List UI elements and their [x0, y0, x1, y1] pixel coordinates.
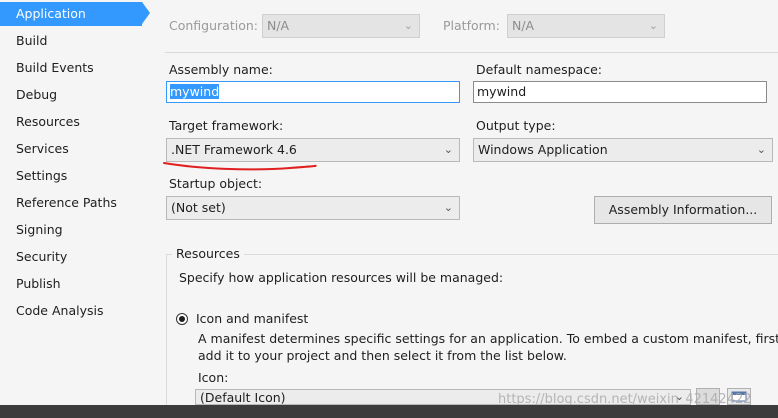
- sidebar: Application Build Build Events Debug Res…: [0, 0, 150, 405]
- target-framework-value: .NET Framework 4.6: [171, 142, 297, 157]
- red-annotation-underline: [163, 162, 317, 171]
- assembly-information-button[interactable]: Assembly Information...: [594, 196, 772, 224]
- sidebar-item-label: Debug: [16, 87, 58, 102]
- resources-description: Specify how application resources will b…: [179, 270, 504, 285]
- assembly-name-value: mywind: [170, 84, 220, 99]
- configuration-value: N/A: [267, 18, 290, 33]
- sidebar-item-label: Publish: [16, 276, 61, 291]
- platform-label: Platform:: [443, 18, 500, 33]
- sidebar-item-services[interactable]: Services: [0, 137, 142, 161]
- sidebar-item-code-analysis[interactable]: Code Analysis: [0, 299, 142, 323]
- icon-and-manifest-label[interactable]: Icon and manifest: [196, 311, 308, 326]
- chevron-down-icon: ⌄: [403, 19, 413, 32]
- platform-value: N/A: [512, 18, 535, 33]
- resources-group-title: Resources: [172, 246, 244, 261]
- radio-selected-dot: [179, 316, 185, 322]
- sidebar-item-label: Build: [16, 33, 48, 48]
- output-type-value: Windows Application: [478, 142, 608, 157]
- default-namespace-value: mywind: [477, 84, 527, 99]
- configuration-select[interactable]: N/A ⌄: [262, 14, 420, 38]
- default-namespace-input[interactable]: mywind: [473, 81, 767, 103]
- sidebar-item-label: Settings: [16, 168, 68, 183]
- startup-object-label: Startup object:: [169, 176, 263, 191]
- sidebar-item-application[interactable]: Application: [0, 2, 142, 26]
- sidebar-item-reference-paths[interactable]: Reference Paths: [0, 191, 142, 215]
- sidebar-item-build-events[interactable]: Build Events: [0, 56, 142, 80]
- icon-and-manifest-radio[interactable]: [176, 313, 188, 325]
- sidebar-item-label: Application: [16, 6, 86, 21]
- manifest-help-line-2: add it to your project and then select i…: [198, 348, 567, 363]
- startup-object-select[interactable]: (Not set) ⌄: [166, 196, 460, 220]
- output-type-label: Output type:: [476, 118, 556, 133]
- configuration-label: Configuration:: [169, 18, 258, 33]
- chevron-down-icon: ⌄: [443, 143, 453, 156]
- separator: [165, 52, 778, 53]
- startup-object-value: (Not set): [171, 200, 226, 215]
- platform-select[interactable]: N/A ⌄: [507, 14, 665, 38]
- output-type-select[interactable]: Windows Application ⌄: [473, 138, 773, 162]
- default-namespace-label: Default namespace:: [476, 62, 602, 77]
- sidebar-item-debug[interactable]: Debug: [0, 83, 142, 107]
- sidebar-item-label: Code Analysis: [16, 303, 104, 318]
- sidebar-item-label: Build Events: [16, 60, 94, 75]
- sidebar-item-settings[interactable]: Settings: [0, 164, 142, 188]
- sidebar-item-label: Security: [16, 249, 68, 264]
- sidebar-item-signing[interactable]: Signing: [0, 218, 142, 242]
- bottom-bar: [0, 405, 778, 418]
- sidebar-item-publish[interactable]: Publish: [0, 272, 142, 296]
- icon-label: Icon:: [198, 370, 229, 385]
- sidebar-item-build[interactable]: Build: [0, 29, 142, 53]
- active-item-arrow: [142, 2, 150, 24]
- sidebar-item-label: Reference Paths: [16, 195, 117, 210]
- assembly-name-input[interactable]: mywind: [166, 81, 460, 103]
- icon-select-value: (Default Icon): [200, 390, 286, 405]
- chevron-down-icon: ⌄: [648, 19, 658, 32]
- sidebar-item-label: Resources: [16, 114, 80, 129]
- assembly-name-label: Assembly name:: [169, 62, 273, 77]
- chevron-down-icon: ⌄: [756, 143, 766, 156]
- chevron-down-icon: ⌄: [443, 201, 453, 214]
- sidebar-item-resources[interactable]: Resources: [0, 110, 142, 134]
- manifest-help-line-1: A manifest determines specific settings …: [198, 331, 778, 346]
- sidebar-item-label: Signing: [16, 222, 63, 237]
- sidebar-item-label: Services: [16, 141, 69, 156]
- target-framework-label: Target framework:: [169, 118, 284, 133]
- sidebar-item-security[interactable]: Security: [0, 245, 142, 269]
